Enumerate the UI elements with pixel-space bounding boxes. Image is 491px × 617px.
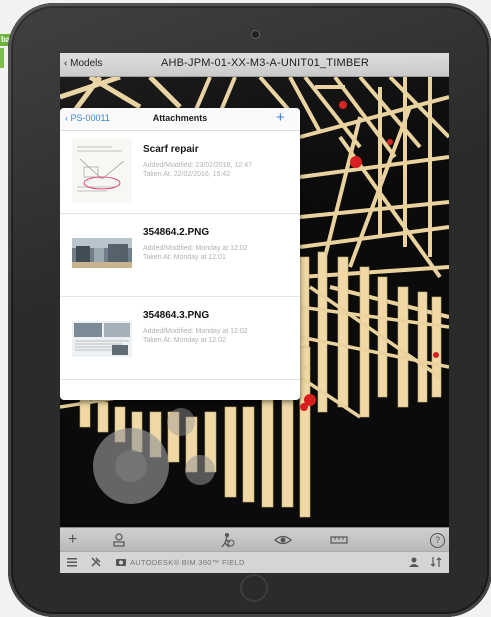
popover-header: ‹ PS-00011 Attachments + [60,108,300,131]
walk-icon[interactable] [218,532,236,552]
attachment-name: 354864.2.PNG [143,227,210,238]
measure-icon[interactable] [330,532,348,552]
document-thumbnail [72,321,132,357]
camera-icon[interactable] [115,556,127,571]
attachment-name: Scarf repair [143,144,199,155]
look-control[interactable] [185,455,215,485]
bottom-status-bar: AUTODESK® BIM 360™ FIELD [60,551,449,573]
joystick-knob[interactable] [115,450,147,482]
attachment-item[interactable]: Scarf repair Added/Modified: 23/02/2016,… [60,131,300,214]
side-edge [0,48,4,68]
issue-back-label: PS-00011 [70,113,110,123]
user-stamp-icon[interactable] [112,532,126,552]
orbit-control[interactable] [167,408,195,436]
model-title: AHB-JPM-01-XX-M3-A-UNIT01_TIMBER [160,57,370,69]
attachment-item[interactable]: 354864.3.PNG Added/Modified: Monday at 1… [60,297,300,380]
front-camera [252,31,259,38]
sync-icon[interactable] [430,556,442,571]
tools-icon[interactable] [90,556,102,571]
attachment-taken: Taken At: Monday at 12:02 [143,337,226,344]
models-back-button[interactable]: ‹ Models [64,58,102,69]
app-screen: ‹ Models AHB-JPM-01-XX-M3-A-UNIT01_TIMBE… [60,53,449,573]
add-attachment-button[interactable]: + [276,109,285,126]
eye-icon[interactable] [274,532,292,552]
photo-thumbnail [72,238,132,268]
help-icon[interactable]: ? [430,533,445,548]
attachment-item[interactable]: 354864.2.PNG Added/Modified: Monday at 1… [60,214,300,297]
brand-label: AUTODESK® BIM 360™ FIELD [130,558,245,567]
attachments-popover: ‹ PS-00011 Attachments + Scarf repair Ad… [60,108,300,400]
menu-icon[interactable] [66,556,78,571]
sketch-thumbnail [72,139,132,203]
attachment-taken: Taken At: 22/02/2016, 15:42 [143,171,231,178]
popover-title: Attachments [152,113,208,123]
bottom-toolbar: + ? [60,527,449,552]
user-icon[interactable] [408,556,420,571]
plus-icon[interactable]: + [68,532,77,548]
attachment-added: Added/Modified: 23/02/2016, 12:47 [143,162,252,169]
home-button[interactable] [240,574,268,602]
attachment-taken: Taken At: Monday at 12:01 [143,254,226,261]
issue-back-button[interactable]: ‹ PS-00011 [65,113,110,123]
navigation-joystick[interactable] [93,428,169,504]
attachment-name: 354864.3.PNG [143,310,210,321]
attachment-added: Added/Modified: Monday at 12:02 [143,328,248,335]
attachment-added: Added/Modified: Monday at 12:02 [143,245,248,252]
models-back-label: Models [70,58,103,69]
top-navbar: ‹ Models AHB-JPM-01-XX-M3-A-UNIT01_TIMBE… [60,53,449,77]
